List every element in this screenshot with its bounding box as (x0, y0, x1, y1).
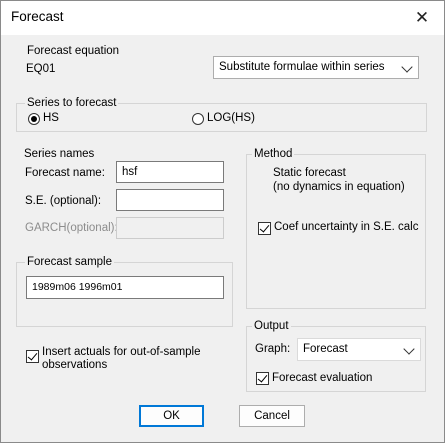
radio-hs-label: HS (43, 112, 59, 124)
equation-method-value: Substitute formulae within series (219, 61, 385, 73)
forecast-name-input[interactable]: hsf (116, 161, 224, 183)
garch-label: GARCH(optional): (25, 222, 118, 234)
coef-uncertainty-checkbox[interactable] (258, 222, 271, 235)
forecast-sample-label: Forecast sample (25, 256, 115, 268)
method-label: Method (252, 148, 295, 160)
series-names-label: Series names (22, 148, 97, 160)
output-label: Output (252, 320, 291, 332)
title-bar: Forecast ✕ (1, 1, 444, 35)
equation-method-dropdown[interactable]: Substitute formulae within series (213, 56, 419, 79)
forecast-name-label: Forecast name: (25, 167, 105, 179)
method-description-line1: Static forecast (273, 167, 346, 179)
graph-dropdown[interactable]: Forecast (297, 338, 421, 361)
chevron-down-icon (403, 343, 415, 355)
insert-actuals-label-line2: observations (42, 359, 108, 371)
coef-uncertainty-label: Coef uncertainty in S.E. calc (274, 221, 419, 233)
forecast-evaluation-label: Forecast evaluation (272, 372, 373, 384)
graph-value: Forecast (303, 343, 348, 355)
window-title: Forecast (11, 9, 64, 24)
se-input[interactable] (116, 189, 224, 211)
equation-name: EQ01 (26, 63, 56, 75)
cancel-button[interactable]: Cancel (239, 405, 305, 427)
insert-actuals-label-line1: Insert actuals for out-of-sample (42, 346, 201, 358)
forecast-evaluation-checkbox[interactable] (256, 372, 269, 385)
garch-input (116, 217, 224, 239)
radio-log-hs[interactable] (192, 113, 204, 125)
radio-hs[interactable] (28, 113, 40, 125)
close-icon[interactable]: ✕ (400, 1, 444, 35)
insert-actuals-checkbox[interactable] (26, 350, 39, 363)
method-description-line2: (no dynamics in equation) (273, 181, 405, 193)
radio-log-hs-label: LOG(HS) (207, 112, 255, 124)
forecast-equation-label: Forecast equation (25, 45, 122, 57)
ok-button[interactable]: OK (139, 405, 204, 427)
graph-label: Graph: (255, 343, 291, 355)
forecast-dialog: Forecast ✕ Forecast equation EQ01 Substi… (0, 0, 445, 443)
forecast-sample-input[interactable]: 1989m06 1996m01 (26, 276, 224, 299)
series-to-forecast-label: Series to forecast (25, 97, 119, 109)
se-label: S.E. (optional): (25, 195, 102, 207)
chevron-down-icon (401, 61, 413, 73)
